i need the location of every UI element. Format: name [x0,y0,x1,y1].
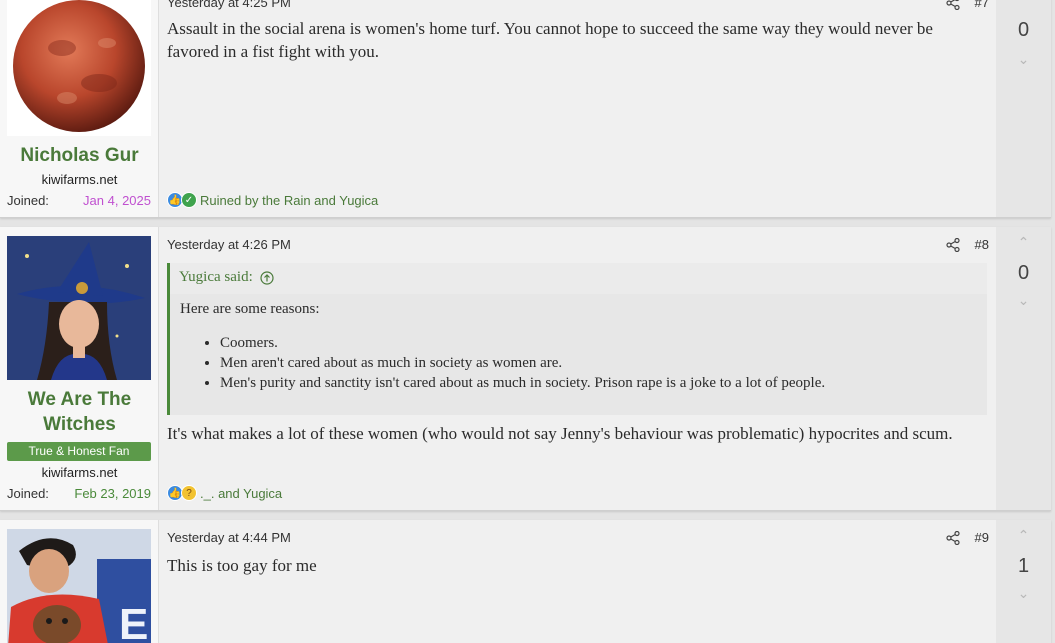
user-title: kiwifarms.net [41,172,118,187]
username[interactable]: Nicholas Gur [0,143,159,168]
post-main: Yesterday at 4:26 PM #8 Yugica said: Her… [159,227,996,510]
quote-block: Yugica said: Here are some reasons: Coom… [167,263,987,415]
quote-header[interactable]: Yugica said: [170,263,987,294]
reactions-bar[interactable]: 👍 ? ._. and Yugica [167,485,282,501]
post-body: Assault in the social arena is women's h… [167,19,933,61]
user-title: kiwifarms.net [41,465,118,480]
post-main: Yesterday at 4:25 PM #7 Assault in the s… [159,0,996,217]
vote-score: 0 [1017,262,1030,284]
quote-list: Coomers. Men aren't cared about as much … [220,333,977,393]
thinking-icon: ? [181,485,197,501]
quote-intro: Here are some reasons: [180,301,320,317]
svg-text:E: E [119,600,148,643]
jump-up-icon[interactable] [260,270,275,285]
post-number[interactable]: #7 [975,0,989,10]
vote-score: 1 [1017,555,1030,577]
post-9: E Yesterday at 4:44 PM #9 This is too ga… [0,520,1051,643]
post-date[interactable]: Yesterday at 4:25 PM [167,0,291,10]
upvote-icon[interactable]: ⌃ [996,235,1051,251]
quote-body: Here are some reasons: Coomers. Men aren… [170,294,987,396]
share-icon[interactable] [946,0,960,10]
post-date[interactable]: Yesterday at 4:44 PM [167,530,291,545]
avatar[interactable]: E [7,529,151,643]
upvote-icon[interactable]: ⌃ [996,0,1051,4]
share-icon[interactable] [946,531,960,545]
username[interactable]: We Are The Witches [0,387,159,437]
post-8: We Are The Witches True & Honest Fan kiw… [0,227,1051,511]
post-number[interactable]: #8 [975,237,989,252]
quote-author[interactable]: Yugica said: [179,269,253,285]
vote-panel: ⌃ 1 ⌄ [996,520,1051,643]
list-item: Coomers. [220,333,977,353]
reactions-text[interactable]: Ruined by the Rain and Yugica [200,193,378,208]
user-panel: Nicholas Gur kiwifarms.net Joined: Jan 4… [0,0,159,217]
reactions-bar[interactable]: 👍 ✓ Ruined by the Rain and Yugica [167,192,378,208]
vote-panel: ⌃ 0 ⌄ [996,227,1051,510]
joined-date: Jan 4, 2025 [83,193,151,208]
reactions-text[interactable]: ._. and Yugica [200,486,282,501]
avatar[interactable] [7,236,151,380]
joined-row: Joined: Jan 4, 2025 [7,193,151,208]
user-panel: E [0,520,159,643]
list-item: Men's purity and sanctity isn't cared ab… [220,373,977,393]
joined-label: Joined: [7,193,49,208]
post-number[interactable]: #9 [975,530,989,545]
share-icon[interactable] [946,238,960,252]
post-date[interactable]: Yesterday at 4:26 PM [167,237,291,252]
vote-score: 0 [1017,19,1030,41]
upvote-icon[interactable]: ⌃ [996,528,1051,544]
post-7: Nicholas Gur kiwifarms.net Joined: Jan 4… [0,0,1051,218]
user-banner: True & Honest Fan [7,442,151,461]
post-body: This is too gay for me [167,556,317,575]
check-icon: ✓ [181,192,197,208]
joined-label: Joined: [7,486,49,501]
post-body: It's what makes a lot of these women (wh… [167,424,953,443]
user-panel: We Are The Witches True & Honest Fan kiw… [0,227,159,510]
downvote-icon[interactable]: ⌄ [996,52,1051,68]
downvote-icon[interactable]: ⌄ [996,293,1051,309]
post-main: Yesterday at 4:44 PM #9 This is too gay … [159,520,996,643]
joined-date: Feb 23, 2019 [74,486,151,501]
downvote-icon[interactable]: ⌄ [996,586,1051,602]
vote-panel: ⌃ 0 ⌄ [996,0,1051,217]
avatar[interactable] [7,0,151,136]
list-item: Men aren't cared about as much in societ… [220,353,977,373]
joined-row: Joined: Feb 23, 2019 [7,486,151,501]
